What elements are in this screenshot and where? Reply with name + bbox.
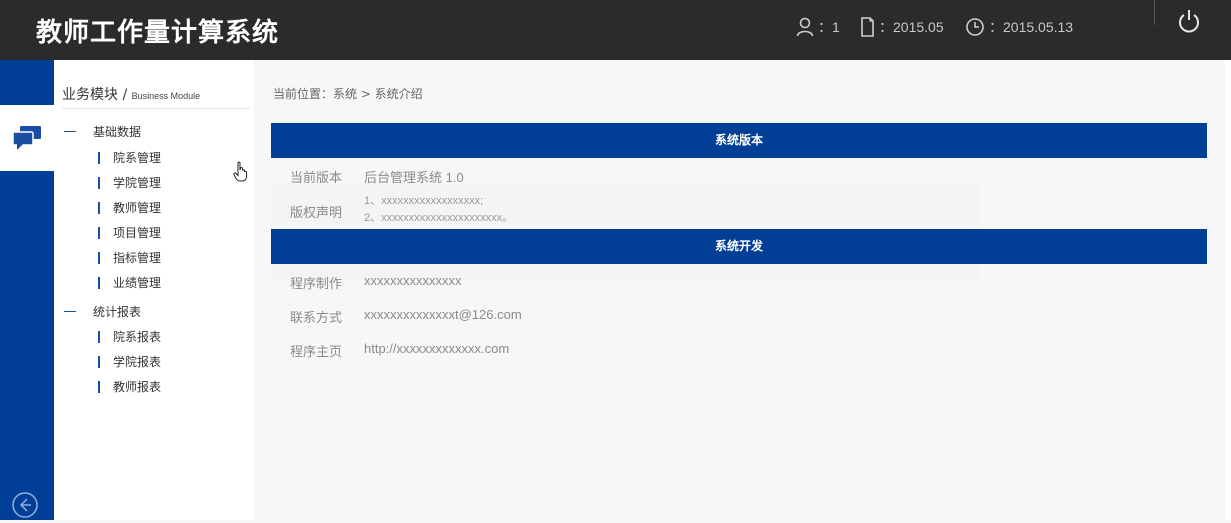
maker-label: 程序制作 (290, 277, 343, 292)
copyright-line-2: 2、xxxxxxxxxxxxxxxxxxxxxx。 (364, 212, 514, 224)
item-bar-icon (98, 276, 100, 289)
item-bar-icon (98, 330, 100, 343)
power-icon (1179, 10, 1199, 33)
menu-item-label: 院系管理 (113, 151, 162, 165)
menu-item-department[interactable]: 院系管理 (98, 149, 161, 166)
user-count: ：1 (818, 19, 840, 35)
homepage-link[interactable]: http://xxxxxxxxxxxxx.com (364, 341, 509, 356)
item-bar-icon (98, 176, 100, 189)
menu-item-label: 教师报表 (113, 380, 162, 394)
maker-value: xxxxxxxxxxxxxxx (364, 273, 462, 288)
menu-item-teacher-report[interactable]: 教师报表 (98, 378, 161, 395)
item-bar-icon (98, 380, 100, 393)
module-title: 业务模块 / Business Module (62, 84, 250, 109)
user-icon (796, 17, 814, 37)
menu-group-basic-data[interactable]: 基础数据 (64, 123, 141, 140)
group-dash-icon (64, 131, 76, 132)
menu-item-label: 院系报表 (113, 330, 162, 344)
menu-item-label: 项目管理 (113, 226, 162, 240)
item-bar-icon (98, 226, 100, 239)
menu-item-college-report[interactable]: 学院报表 (98, 353, 161, 370)
main-content: 当前位置：系统 > 系统介绍 系统版本 当前版本 后台管理系统 1.0 版权声明… (254, 60, 1225, 520)
group-label: 基础数据 (93, 125, 142, 139)
top-header: 教师工作量计算系统 ：1 ：2015.05 ：2015.05.13 (0, 0, 1231, 60)
item-bar-icon (98, 251, 100, 264)
module-title-cn: 业务模块 (62, 87, 118, 103)
term-info: ：2015.05 (860, 16, 944, 38)
menu-group-reports[interactable]: 统计报表 (64, 303, 141, 320)
logout-button[interactable] (1176, 6, 1202, 36)
item-bar-icon (98, 355, 100, 368)
menu-item-performance[interactable]: 业绩管理 (98, 274, 161, 291)
menu-item-indicator[interactable]: 指标管理 (98, 249, 161, 266)
group-dash-icon (64, 311, 76, 312)
chat-icon (12, 126, 41, 150)
menu-item-label: 学院报表 (113, 355, 162, 369)
section-header-development: 系统开发 (271, 229, 1207, 264)
icon-rail (0, 60, 54, 520)
rail-business-tab[interactable] (0, 105, 54, 171)
collapse-button[interactable] (11, 491, 39, 519)
date-value: ：2015.05.13 (989, 19, 1074, 35)
contact-label: 联系方式 (290, 311, 343, 326)
right-scrollbar-track (1225, 60, 1231, 520)
menu-item-department-report[interactable]: 院系报表 (98, 328, 161, 345)
term-value: ：2015.05 (879, 19, 944, 35)
current-version-value: 后台管理系统 1.0 (364, 170, 464, 185)
clock-icon (966, 18, 984, 36)
item-bar-icon (98, 151, 100, 164)
module-title-sep: / (118, 87, 132, 103)
date-info: ：2015.05.13 (965, 16, 1073, 38)
header-divider (1154, 0, 1155, 25)
menu-item-label: 业绩管理 (113, 276, 162, 290)
menu-item-label: 教师管理 (113, 201, 162, 215)
menu-item-teacher[interactable]: 教师管理 (98, 199, 161, 216)
sidebar-menu: 业务模块 / Business Module 基础数据 院系管理 学院管理 教师… (54, 60, 254, 520)
copyright-label: 版权声明 (290, 206, 343, 221)
user-info: ：1 (796, 16, 840, 38)
menu-item-college[interactable]: 学院管理 (98, 174, 161, 191)
contact-value[interactable]: xxxxxxxxxxxxxxt@126.com (364, 307, 522, 322)
hand-cursor-icon (233, 161, 248, 182)
menu-item-label: 学院管理 (113, 176, 162, 190)
current-version-label: 当前版本 (290, 171, 343, 186)
homepage-label: 程序主页 (290, 345, 343, 360)
breadcrumb: 当前位置：系统 > 系统介绍 (273, 87, 423, 101)
menu-item-project[interactable]: 项目管理 (98, 224, 161, 241)
item-bar-icon (98, 201, 100, 214)
document-icon (861, 17, 874, 37)
copyright-line-1: 1、xxxxxxxxxxxxxxxxxx; (364, 195, 484, 207)
menu-item-label: 指标管理 (113, 251, 162, 265)
section-header-version: 系统版本 (271, 123, 1207, 158)
app-title: 教师工作量计算系统 (36, 18, 280, 48)
group-label: 统计报表 (93, 305, 142, 319)
back-arrow-icon (12, 492, 38, 518)
module-title-en: Business Module (131, 91, 201, 101)
